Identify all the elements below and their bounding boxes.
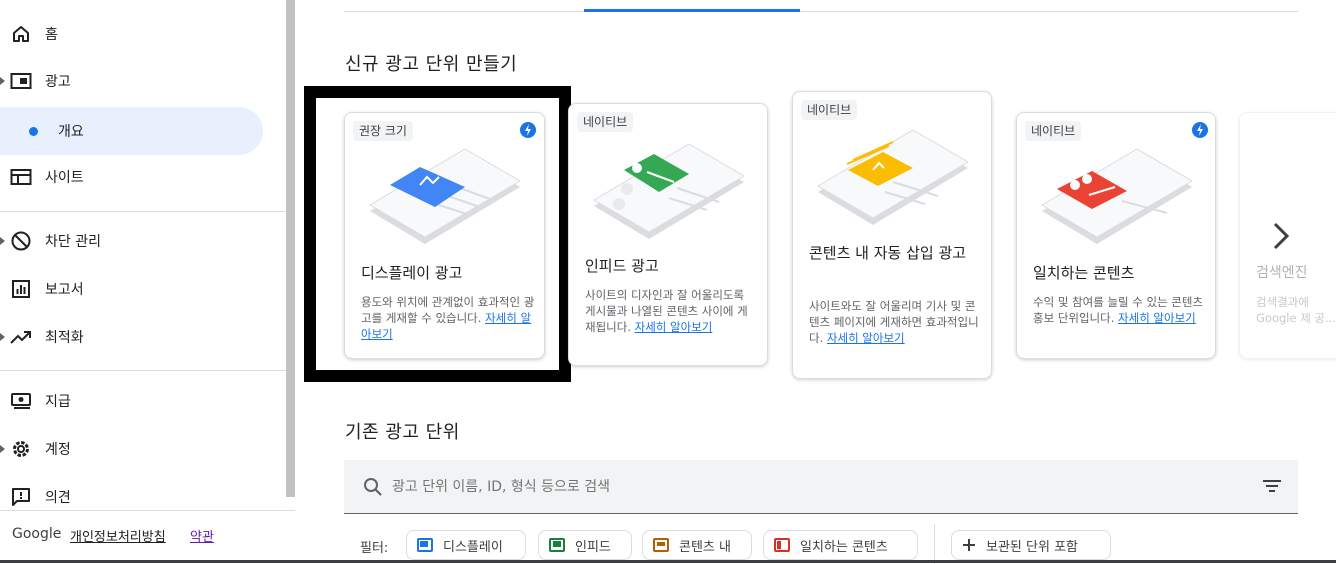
filter-row: 필터: 디스플레이 인피드 콘텐츠 내 일치하는 콘텐츠 보관된 단위 포함 xyxy=(344,524,1304,564)
matched-content-icon xyxy=(774,538,790,552)
native-tag: 네이티브 xyxy=(801,100,858,120)
caret-icon xyxy=(0,237,5,245)
divider xyxy=(0,211,295,212)
card-title: 인피드 광고 xyxy=(585,257,659,275)
inarticle-ad-card[interactable]: 네이티브 콘텐츠 내 자동 삽입 광고 사이트와도 잘 어울리며 기사 및 콘텐… xyxy=(792,91,992,379)
sidebar-scrollbar[interactable] xyxy=(286,0,295,497)
selection-highlight-frame xyxy=(304,86,571,382)
privacy-link[interactable]: 개인정보처리방침 xyxy=(70,526,166,545)
chip-label: 콘텐츠 내 xyxy=(679,539,731,555)
sidebar-item-label: 차단 관리 xyxy=(45,234,101,250)
inarticle-icon xyxy=(653,538,669,552)
filter-chip-matched[interactable]: 일치하는 콘텐츠 xyxy=(763,530,918,560)
card-description: 수익 및 참여를 늘릴 수 있는 콘텐츠 홍보 단위입니다. 자세히 알아보기 xyxy=(1033,295,1204,325)
sidebar-item-payments[interactable]: 지급 xyxy=(0,379,280,423)
learn-more-link[interactable]: 자세히 알아보기 xyxy=(635,320,713,334)
card-description: 검색결과에 Google 제 공... xyxy=(1256,295,1336,325)
infeed-icon xyxy=(549,538,565,552)
gear-icon xyxy=(10,438,32,460)
chip-label: 일치하는 콘텐츠 xyxy=(800,539,888,555)
chip-label: 인피드 xyxy=(575,539,611,555)
sidebar-item-overview[interactable]: 개요 xyxy=(0,107,263,155)
chip-label: 보관된 단위 포함 xyxy=(986,539,1078,555)
sidebar-item-label: 최적화 xyxy=(45,330,84,346)
inarticle-ad-illustration xyxy=(817,130,969,225)
sidebar-item-label: 지급 xyxy=(45,394,71,410)
card-description: 사이트와도 잘 어울리며 기사 및 콘텐츠 페이지에 게재하면 효과적입니다. … xyxy=(809,299,979,345)
sites-icon xyxy=(10,166,32,188)
caret-icon xyxy=(0,77,5,85)
card-title: 검색엔진 xyxy=(1256,265,1308,281)
active-dot-icon xyxy=(29,127,38,136)
payments-icon xyxy=(10,390,32,412)
sidebar-item-blocking[interactable]: 차단 관리 xyxy=(0,219,280,263)
matched-content-card[interactable]: 네이티브 일치하는 콘텐츠 수익 및 참여를 늘릴 수 있는 콘텐츠 홍보 단위… xyxy=(1016,112,1216,359)
card-description: 사이트의 디자인과 잘 어울리도록 게시물과 나열된 콘텐츠 사이에 게재됩니다… xyxy=(585,288,748,334)
search-icon xyxy=(364,478,382,496)
learn-more-link[interactable]: 자세히 알아보기 xyxy=(827,331,905,345)
ad-unit-search-bar xyxy=(344,460,1298,514)
filter-chip-inarticle[interactable]: 콘텐츠 내 xyxy=(642,530,752,560)
include-archived-chip[interactable]: 보관된 단위 포함 xyxy=(951,530,1111,560)
sidebar-item-optimization[interactable]: 최적화 xyxy=(0,315,280,359)
trending-up-icon xyxy=(10,326,32,348)
caret-icon xyxy=(0,333,5,341)
tab-divider xyxy=(344,11,1298,12)
search-input[interactable] xyxy=(392,474,1092,500)
learn-more-link[interactable]: 자세히 알아보기 xyxy=(1118,311,1196,325)
sidebar-item-account[interactable]: 계정 xyxy=(0,427,280,471)
filter-list-icon[interactable] xyxy=(1262,478,1282,494)
sidebar-item-label: 광고 xyxy=(45,74,71,90)
sidebar-item-label: 개요 xyxy=(58,124,84,140)
sidebar-item-label: 사이트 xyxy=(45,170,84,186)
plus-icon xyxy=(963,539,975,551)
sidebar-item-sites[interactable]: 사이트 xyxy=(0,155,280,199)
matched-content-illustration xyxy=(1041,149,1193,244)
filter-chip-infeed[interactable]: 인피드 xyxy=(538,530,632,560)
filter-label: 필터: xyxy=(360,541,389,556)
native-tag: 네이티브 xyxy=(1025,121,1082,141)
sidebar-item-label: 계정 xyxy=(45,442,71,458)
sidebar-item-home[interactable]: 홈 xyxy=(0,12,280,56)
active-tab-indicator xyxy=(584,9,800,12)
home-icon xyxy=(10,23,32,45)
terms-link[interactable]: 약관 xyxy=(190,526,214,545)
chip-label: 디스플레이 xyxy=(443,539,503,555)
chevron-right-icon xyxy=(1273,222,1290,250)
sidebar-item-label: 홈 xyxy=(45,27,58,43)
existing-section-title: 기존 광고 단위 xyxy=(345,422,460,443)
chip-divider xyxy=(934,524,935,564)
divider xyxy=(0,370,295,371)
native-tag: 네이티브 xyxy=(577,112,634,132)
bolt-icon xyxy=(1192,122,1208,138)
sidebar-item-label: 보고서 xyxy=(45,282,84,298)
caret-icon xyxy=(0,445,5,453)
main-content: 신규 광고 단위 만들기 권장 크기 디스플레이 광고 용도와 위치에 관계없이… xyxy=(296,0,1336,564)
infeed-ad-illustration xyxy=(593,144,745,239)
sidebar-footer: Google 개인정보처리방침 약관 xyxy=(0,511,295,563)
google-logo-text: Google xyxy=(12,526,62,542)
sidebar: 홈 광고 개요 사이트 차단 관리 보고서 최적화 지급 계정 의견 Googl… xyxy=(0,0,295,563)
block-icon xyxy=(10,230,32,252)
card-title: 일치하는 콘텐츠 xyxy=(1033,264,1135,282)
reports-icon xyxy=(10,278,32,300)
sidebar-item-ads[interactable]: 광고 xyxy=(0,59,280,103)
infeed-ad-card[interactable]: 네이티브 인피드 광고 사이트의 디자인과 잘 어울리도록 게시물과 나열된 콘… xyxy=(568,103,768,366)
sidebar-item-reports[interactable]: 보고서 xyxy=(0,267,280,311)
carousel-next-button[interactable] xyxy=(1266,218,1296,254)
filter-chip-display[interactable]: 디스플레이 xyxy=(406,530,526,560)
display-icon xyxy=(417,538,433,552)
card-title: 콘텐츠 내 자동 삽입 광고 xyxy=(809,244,967,262)
sidebar-item-label: 의견 xyxy=(45,490,71,506)
create-section-title: 신규 광고 단위 만들기 xyxy=(345,54,518,75)
ads-icon xyxy=(10,70,32,92)
feedback-icon xyxy=(10,486,32,508)
